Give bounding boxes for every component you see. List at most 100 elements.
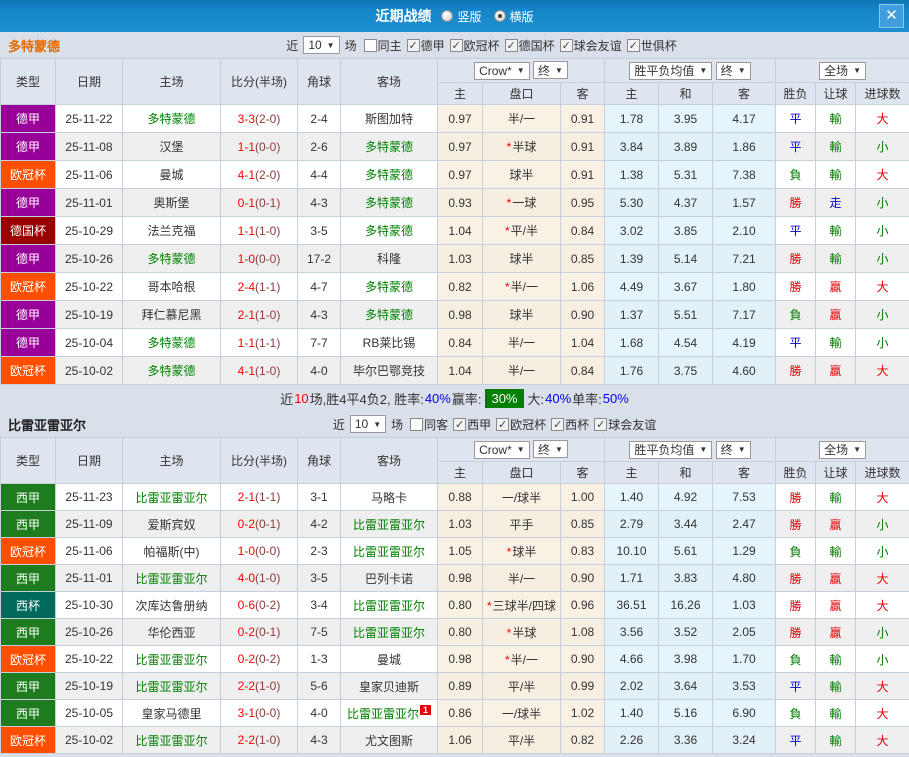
checkbox-icon: ✓	[496, 417, 510, 431]
odds-home: 0.98	[437, 645, 483, 673]
match-row: 德甲 25-11-01 奥斯堡 0-1(0-1) 4-3 多特蒙德 0.93 *一球 0.95 5…	[0, 188, 909, 217]
mean-home: 1.68	[604, 328, 659, 357]
mean-dropdown[interactable]: 胜平负均值 ▼	[629, 440, 713, 459]
home-team: 多特蒙德	[122, 356, 221, 385]
summary-part: 单率:	[572, 391, 602, 407]
result-outcome: 平	[775, 132, 817, 161]
summary-bar: 近 10 场,胜4平4负2, 胜率: 40% 赢率: 30% 大: 40% 单率: 50%	[0, 385, 909, 411]
subcol-handicap-result: 让球	[815, 82, 857, 105]
close-button[interactable]: ✕	[879, 4, 904, 28]
result-outcome: 勝	[775, 244, 817, 273]
match-date: 25-11-01	[55, 188, 123, 217]
league-badge: 德甲	[0, 244, 56, 273]
match-row: 欧冠杯 25-10-22 比雷亚雷亚尔 0-2(0-2) 1-3 曼城 0.98 *半/一 0.…	[0, 645, 909, 673]
away-team: 多特蒙德	[340, 272, 438, 301]
chevron-down-icon: ▼	[516, 445, 525, 455]
checkbox-icon: ✓	[594, 417, 608, 431]
score-cell: 1-1(1-1)	[220, 328, 298, 357]
match-row: 西甲 25-10-26 华伦西亚 0-2(0-1) 7-5 比雷亚雷亚尔 0.80 *半球 1.…	[0, 618, 909, 646]
checkbox-label: 西杯	[565, 417, 590, 432]
team-name: 多特蒙德	[8, 38, 61, 54]
odds-company-dropdown[interactable]: Crow* ▼	[474, 440, 530, 459]
games-label: 场	[391, 417, 404, 432]
fulltime-dropdown[interactable]: 全场 ▼	[819, 440, 866, 459]
fulltime-score: 3-3	[237, 111, 255, 126]
fulltime-dropdown[interactable]: 全场 ▼	[819, 61, 866, 80]
mean-draw: 3.83	[658, 564, 713, 592]
mean-draw: 4.92	[658, 483, 713, 511]
filter-checkbox[interactable]: ✓ 西甲	[453, 416, 491, 433]
mean-dropdown[interactable]: 胜平负均值 ▼	[629, 61, 713, 80]
radio-label: 横版	[509, 9, 534, 24]
filter-checkbox[interactable]: ✓ 西杯	[551, 416, 589, 433]
corner-score: 17-2	[297, 244, 341, 273]
mean-final-dropdown[interactable]: 终 ▼	[715, 61, 751, 80]
subcol-goals: 进球数	[855, 82, 909, 105]
halftime-score: (1-1)	[255, 279, 281, 294]
match-row: 欧冠杯 25-10-02 比雷亚雷亚尔 2-2(1-0) 4-3 尤文图斯 1.06 平/半 0…	[0, 726, 909, 754]
away-team: 多特蒙德	[340, 216, 438, 245]
filter-checkbox[interactable]: ✓ 世俱杯	[626, 37, 677, 54]
col-header-type: 类型	[0, 437, 56, 484]
filter-checkbox[interactable]: ✓ 球会友谊	[594, 416, 656, 433]
match-date: 25-11-06	[55, 160, 123, 189]
corner-score: 2-6	[297, 132, 341, 161]
filter-checkbox[interactable]: 同客	[410, 416, 448, 433]
subcol-odds-away: 客	[560, 461, 605, 484]
result-goals: 小	[855, 244, 909, 273]
layout-radio-selected[interactable]: 横版	[493, 8, 534, 25]
mean-value: 胜平负均值	[634, 64, 695, 78]
subcol-mean-away: 客	[711, 461, 777, 484]
score-cell: 1-1(0-0)	[220, 132, 298, 161]
mean-home: 1.40	[604, 699, 659, 727]
matches-table: 类型 日期 主场 比分(半场) 角球 客场 Crow* ▼ 终 ▼ 胜平负均值 ▼ 终…	[0, 58, 909, 385]
odds-final-value: 终	[538, 63, 551, 78]
odds-away: 0.90	[560, 564, 605, 592]
col-header-date: 日期	[55, 437, 123, 484]
odds-final-dropdown[interactable]: 终 ▼	[533, 440, 568, 459]
checkbox-label: 西甲	[467, 417, 492, 432]
home-team: 次库达鲁册纳	[122, 591, 221, 619]
filter-checkbox[interactable]: ✓ 德国杯	[504, 37, 555, 54]
odds-final-dropdown[interactable]: 终 ▼	[533, 61, 568, 80]
result-handicap: 輸	[815, 104, 857, 133]
checkbox-label: 世俱杯	[640, 38, 677, 53]
result-goals: 小	[855, 328, 909, 357]
odds-away: 0.82	[560, 726, 605, 754]
away-team: 皇家贝迪斯	[340, 672, 438, 700]
match-date: 25-10-29	[55, 216, 123, 245]
league-badge: 欧冠杯	[0, 537, 56, 565]
result-outcome: 平	[775, 726, 817, 754]
odds-handicap: *半球	[482, 132, 561, 161]
filter-checkbox[interactable]: ✓ 欧冠杯	[496, 416, 546, 433]
filter-checkbox[interactable]: 同主	[363, 37, 402, 54]
filter-checkbox[interactable]: ✓ 德甲	[406, 37, 445, 54]
match-count-select[interactable]: 10 ▼	[303, 36, 340, 54]
odds-company-dropdown[interactable]: Crow* ▼	[474, 61, 530, 80]
result-goals: 大	[855, 726, 909, 754]
home-team: 帕福斯(中)	[122, 537, 221, 565]
score-cell: 0-2(0-2)	[220, 645, 298, 673]
col-header-date: 日期	[55, 58, 123, 105]
layout-radio-option[interactable]: 竖版	[441, 8, 482, 25]
league-badge: 德甲	[0, 104, 56, 133]
odds-handicap: 半/一	[482, 356, 561, 385]
home-team: 多特蒙德	[122, 328, 221, 357]
odds-handicap: 一/球半	[482, 483, 561, 511]
odds-home: 0.80	[437, 618, 483, 646]
score-cell: 2-1(1-1)	[220, 483, 298, 511]
chevron-down-icon: ▼	[699, 445, 708, 454]
filter-checkbox[interactable]: ✓ 球会友谊	[559, 37, 622, 54]
corner-score: 4-2	[297, 510, 341, 538]
match-date: 25-11-23	[55, 483, 123, 511]
asterisk-icon: *	[506, 140, 512, 154]
summary-part: 场,胜4平4负2, 胜率:	[309, 391, 424, 407]
mean-home: 2.02	[604, 672, 659, 700]
result-outcome: 勝	[775, 618, 817, 646]
result-handicap: 贏	[815, 591, 857, 619]
match-count-select[interactable]: 10 ▼	[349, 415, 387, 433]
match-date: 25-10-19	[55, 672, 123, 700]
mean-final-dropdown[interactable]: 终 ▼	[715, 440, 751, 459]
filter-checkbox[interactable]: ✓ 欧冠杯	[449, 37, 500, 54]
mean-draw: 4.54	[658, 328, 713, 357]
